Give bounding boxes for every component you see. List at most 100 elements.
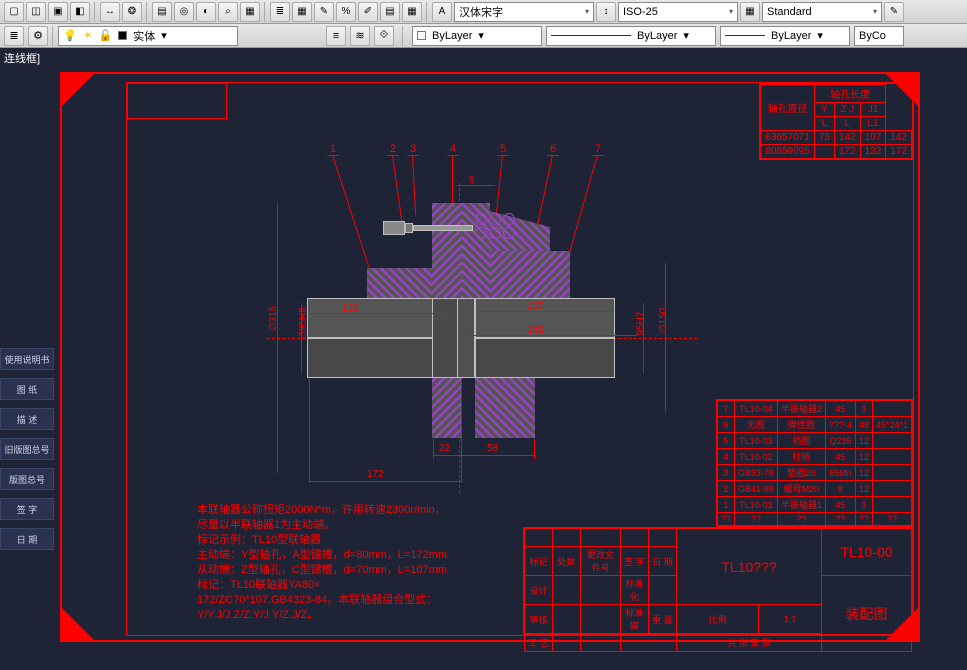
left-tab[interactable]: 旧版图总号 [0, 438, 54, 460]
tool-btn[interactable]: ⌕ [218, 2, 238, 22]
layer-mgr-icon[interactable]: ≡ [326, 26, 346, 46]
left-tab[interactable]: 签 字 [0, 498, 54, 520]
leader-3: 3 [407, 143, 419, 156]
cell: 6 [717, 417, 734, 433]
cell: Q235 [825, 433, 855, 449]
dim-line [462, 455, 534, 456]
leader-1: 1 [327, 143, 339, 156]
left-tab[interactable]: 描 述 [0, 408, 54, 430]
layer-u-icon[interactable]: ⟐ [374, 26, 394, 46]
tool-btn[interactable]: ✐ [358, 2, 378, 22]
dim-line [462, 335, 637, 336]
drawing-border: 轴孔直径 轴孔长度 Y Z J J1 L L L1 63657071 [60, 72, 920, 642]
cell: 45 [825, 497, 855, 513]
left-tab[interactable]: 日 期 [0, 528, 54, 550]
cell: 12 [855, 433, 872, 449]
dim-line [477, 311, 612, 312]
dim-line [433, 455, 461, 456]
tablestyle-dropdown[interactable]: Standard ▾ [762, 2, 882, 22]
leader-7: 7 [592, 143, 604, 156]
cell: ?? [777, 513, 825, 526]
tool-btn[interactable]: ≣ [270, 2, 290, 22]
cell: 142 [886, 131, 912, 145]
cell: 75 [814, 131, 834, 145]
elastic-ring [475, 227, 487, 239]
color-bylayer-dropdown[interactable]: ByLayer ▾ [412, 26, 542, 46]
tool-btn[interactable]: ▦ [240, 2, 260, 22]
inner-frame: 轴孔直径 轴孔长度 Y Z J J1 L L L1 63657071 [126, 82, 914, 636]
layer-prev-icon[interactable]: ≋ [350, 26, 370, 46]
gear-icon[interactable]: ⚙ [28, 26, 48, 46]
cell: 4 [717, 449, 734, 465]
lbl: 处数 [553, 547, 581, 576]
dim-line [301, 303, 302, 373]
lweight-bylayer-dropdown[interactable]: ByLayer ▾ [720, 26, 850, 46]
leader-line [452, 155, 453, 210]
cell: L [834, 117, 860, 131]
cell: 3 [717, 465, 734, 481]
dim-line [277, 203, 278, 473]
tool-btn[interactable]: ▤ [152, 2, 172, 22]
tool-btn[interactable]: ◐ [196, 2, 216, 22]
note-line: 172/ZC70*107.GB4323-84。本联轴器组合型式： [197, 593, 447, 608]
cell: 107 [860, 131, 886, 145]
cell: GB93-76 [734, 465, 777, 481]
cell [872, 481, 911, 497]
cell [872, 497, 911, 513]
title-block: TL10??? TL10-00 标记 处数 更改文件号 签 字 日 期 设计 [523, 527, 913, 635]
layer-dropdown[interactable]: 💡 ☀ 🔓 实体 ▾ [58, 26, 238, 46]
dim-22: 22 [439, 443, 450, 454]
tool-btn[interactable]: ✎ [884, 2, 904, 22]
font-dropdown[interactable]: 汉体宋字 ▾ [454, 2, 594, 22]
cad-canvas[interactable]: 连线框] 使用说明书 图 纸 描 述 旧版图总号 版图总号 签 字 日 期 轴孔… [0, 48, 967, 670]
lbl: 审核 [525, 605, 553, 634]
elastic-ring [475, 213, 487, 225]
cell: 142 [834, 131, 860, 145]
cell: 半联轴器1 [777, 497, 825, 513]
scale-value: 1:1 [759, 605, 822, 634]
leader-line [496, 155, 503, 213]
dim-btn[interactable]: ↕ [596, 2, 616, 22]
cell: ?? [734, 513, 777, 526]
cell: 45*24*1 [872, 417, 911, 433]
tool-btn[interactable]: ▣ [48, 2, 68, 22]
cell: 垫圈20 [777, 465, 825, 481]
tool-btn[interactable]: ◫ [26, 2, 46, 22]
font-dropdown-value: 汉体宋字 [459, 4, 503, 20]
leader-2: 2 [387, 143, 399, 156]
tool-btn[interactable]: ▤ [380, 2, 400, 22]
title-small-box [127, 83, 227, 119]
tool-btn[interactable]: ▦ [402, 2, 422, 22]
left-tab[interactable]: 使用说明书 [0, 348, 54, 370]
tool-btn[interactable]: ↔ [100, 2, 120, 22]
note-line: 主动端：Y型轴孔，A型键槽，d=80mm，L=172mm [197, 548, 447, 563]
table-style-btn[interactable]: ▦ [740, 2, 760, 22]
lbl: 日 期 [649, 547, 677, 576]
cell [649, 576, 677, 605]
left-tab[interactable]: 图 纸 [0, 378, 54, 400]
part-center-plate2 [457, 298, 475, 378]
plot-bylayer-dropdown[interactable]: ByCo [854, 26, 904, 46]
cell: GB41-86 [734, 481, 777, 497]
dim-d150: ∅150 [658, 308, 669, 333]
tool-btn[interactable]: ◧ [70, 2, 90, 22]
dim-172: 172 [367, 469, 384, 480]
tool-btn[interactable]: ▢ [4, 2, 24, 22]
ext-line [461, 379, 462, 483]
left-tab[interactable]: 版图总号 [0, 468, 54, 490]
tool-btn[interactable]: % [336, 2, 356, 22]
tool-btn[interactable]: ◎ [174, 2, 194, 22]
layer-icon[interactable]: ≣ [4, 26, 24, 46]
ltype-bylayer-dropdown[interactable]: ByLayer ▾ [546, 26, 716, 46]
dimstyle-dropdown[interactable]: ISO-25 ▾ [618, 2, 738, 22]
tool-btn[interactable]: ✎ [314, 2, 334, 22]
left-tabs: 使用说明书 图 纸 描 述 旧版图总号 版图总号 签 字 日 期 [0, 348, 54, 550]
cell: 1 [855, 401, 872, 417]
text-style-btn[interactable]: A [432, 2, 452, 22]
tool-btn[interactable]: ▦ [292, 2, 312, 22]
dim-58: 58 [487, 443, 498, 454]
corner-mark [60, 606, 96, 642]
note-line: 本联轴器公称扭矩2000N*m，许用转速2300r/min， [197, 503, 447, 518]
tool-btn[interactable]: ❂ [122, 2, 142, 22]
cell: TL10-01 [734, 497, 777, 513]
